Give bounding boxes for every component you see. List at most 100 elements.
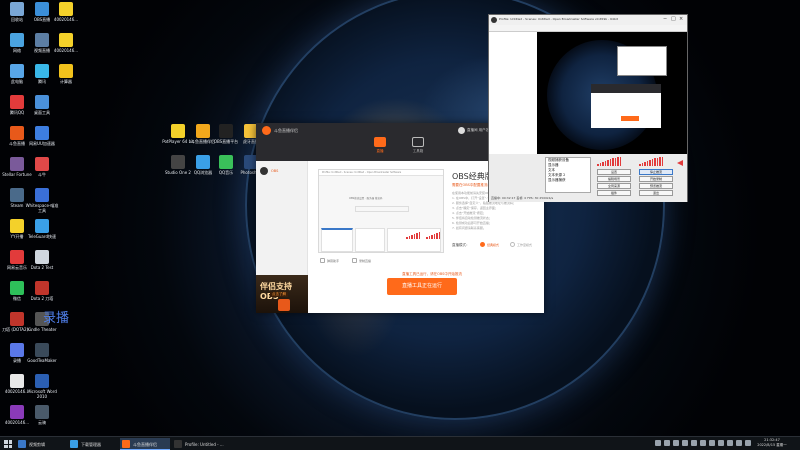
app-shortcut-icon — [59, 64, 73, 78]
desktop-icon[interactable]: 斗牛 — [25, 157, 59, 177]
desktop-icon[interactable]: 40020146... — [49, 33, 83, 53]
app-shortcut-icon — [59, 33, 73, 47]
taskbar-item[interactable]: 下载管理器 — [68, 438, 118, 450]
speaker-icon[interactable] — [677, 160, 683, 166]
taskbar-app-icon — [70, 440, 78, 448]
status-warning: 直播工具已运行，请在OBS中开始推流 — [402, 272, 462, 276]
promo-art-icon — [278, 299, 290, 311]
desktop-icon-label: 网易UU加速器 — [29, 141, 55, 146]
desktop-icon[interactable]: 云骑 — [25, 405, 59, 425]
obs-desktop-strip — [489, 32, 537, 154]
desktop-icon[interactable]: TeleGuard快速 — [25, 219, 59, 239]
checkbox-danmu[interactable]: 弹幕助手 — [320, 258, 348, 264]
taskbar-item[interactable]: Profile: Untitled - ... — [172, 438, 224, 450]
desktop-icon[interactable]: Dota 2 Test — [25, 250, 59, 270]
taskbar-app-icon — [174, 440, 182, 448]
app-shortcut-icon — [35, 374, 49, 388]
app-shortcut-icon — [196, 124, 210, 138]
start-windows-icon[interactable] — [4, 440, 12, 448]
promo-sub: 点击了解 — [270, 292, 288, 297]
taskbar-item-label: 斗鱼直播伴侣 — [133, 442, 157, 447]
tray-icon[interactable] — [727, 440, 733, 446]
radio-classic-label[interactable]: 经典模式 — [487, 243, 499, 247]
obs-global-sources-button[interactable]: 全局来源 — [597, 183, 631, 189]
preview-ctrl-box — [387, 228, 441, 252]
list-item[interactable]: 显示器捕获 — [546, 178, 590, 183]
app-shortcut-icon — [10, 157, 24, 171]
desktop-icon[interactable]: Microsoft Word 2010 — [25, 374, 59, 399]
tray-icon[interactable] — [700, 440, 706, 446]
app-shortcut-icon — [171, 124, 185, 138]
radio-studio[interactable] — [510, 242, 515, 247]
desktop-icon[interactable]: 40020146... — [49, 2, 83, 22]
desktop-icon-label: Dota 2 刀塔 — [30, 296, 54, 301]
promo-title: 伴侣支持OBS — [260, 282, 292, 301]
checkbox-label: 弹幕助手 — [327, 259, 340, 263]
sidebar-item-obs[interactable]: OBS — [260, 167, 304, 176]
tray-icon[interactable] — [682, 440, 688, 446]
radio-classic[interactable] — [480, 242, 485, 247]
tray-icon[interactable] — [745, 440, 751, 446]
obs-sources-list[interactable]: 视频捕获设备 显示器 文本 文本来源 2 显示器捕获 — [545, 157, 591, 193]
desktop-icon[interactable]: 计算器 — [49, 64, 83, 84]
tab-live[interactable]: 直播 — [368, 137, 392, 154]
app-shortcut-icon — [35, 219, 49, 233]
obs-edit-scene-button[interactable]: 编辑场景 — [597, 176, 631, 182]
obs-settings-button[interactable]: 设置 — [597, 169, 631, 175]
tab-toolbox-label: 工具箱 — [412, 149, 424, 153]
obs-maximize-icon[interactable]: □ — [671, 16, 676, 22]
toolbox-icon — [412, 137, 424, 147]
obs-controls: 视频捕获设备 显示器 文本 文本来源 2 显示器捕获 设置 停止推流 编辑场景 … — [489, 154, 687, 202]
app-shortcut-icon — [10, 188, 24, 202]
desktop-icon[interactable]: GoodTeaMaker — [25, 343, 59, 363]
obs-preview-button[interactable]: 预览推流 — [639, 183, 673, 189]
checkbox-record[interactable]: 录制直播 — [352, 258, 380, 264]
radio-studio-label[interactable]: 工作室模式 — [517, 243, 532, 247]
desktop-icon[interactable]: Dota 2 刀塔 — [25, 281, 59, 301]
desktop-icon[interactable]: 网易UU加速器 — [25, 126, 59, 146]
start-live-button[interactable]: 直播工具正在运行 — [387, 278, 457, 295]
tray-icon[interactable] — [664, 440, 670, 446]
system-tray[interactable] — [655, 440, 751, 446]
checkbox-icon — [352, 258, 357, 263]
desktop-icon-label: 桌面工具 — [34, 110, 50, 115]
app-shortcut-icon — [10, 405, 24, 419]
obs-record-button[interactable]: 开始录制 — [639, 176, 673, 182]
desktop-icon-label: Whitespace-喵准工具 — [25, 203, 59, 213]
taskbar-item-label: 视频剪辑 — [29, 442, 45, 447]
preview-source-box — [355, 228, 385, 252]
desktop-icon[interactable]: 桌面工具 — [25, 95, 59, 115]
taskbar-item[interactable]: 斗鱼直播伴侣 — [120, 438, 170, 450]
tray-icon[interactable] — [691, 440, 697, 446]
desktop-icon-label: GoodTeaMaker — [27, 358, 57, 363]
checkbox-label: 录制直播 — [359, 259, 372, 263]
tray-icon[interactable] — [709, 440, 715, 446]
app-name: 斗鱼直播伴侣 — [274, 128, 298, 133]
obs-stop-stream-button[interactable]: 停止推流 — [639, 169, 673, 175]
app-shortcut-icon — [219, 124, 233, 138]
tab-toolbox[interactable]: 工具箱 — [406, 137, 430, 154]
avatar[interactable] — [458, 127, 465, 134]
overlay-text: 录播 — [43, 311, 70, 326]
app-shortcut-icon — [35, 126, 49, 140]
taskbar: 视频剪辑 下载管理器 斗鱼直播伴侣 Profile: Untitled - ..… — [0, 436, 800, 450]
taskbar-clock[interactable]: 21:32:47 2022/8/15 星期一 — [752, 438, 792, 448]
tray-icon[interactable] — [736, 440, 742, 446]
tray-icon[interactable] — [655, 440, 661, 446]
app-shortcut-icon — [10, 374, 24, 388]
desktop-icon-label: 斗牛 — [38, 172, 46, 177]
taskbar-app-icon — [122, 440, 130, 448]
obs-minimize-icon[interactable]: − — [663, 16, 667, 22]
desktop-icon-label: 云骑 — [38, 420, 46, 425]
app-shortcut-icon — [35, 2, 49, 16]
audio-meter-2 — [426, 232, 440, 239]
desktop-icon-label: Microsoft Word 2010 — [27, 389, 57, 399]
tray-icon[interactable] — [673, 440, 679, 446]
taskbar-item[interactable]: 视频剪辑 — [16, 438, 64, 450]
tray-icon[interactable] — [718, 440, 724, 446]
obs-close-icon[interactable]: × — [679, 16, 683, 22]
app-shortcut-icon — [35, 281, 49, 295]
desktop-icon[interactable]: Whitespace-喵准工具 — [25, 188, 59, 213]
obs-promo-banner[interactable]: 伴侣支持OBS 点击了解 — [256, 275, 308, 313]
live-tv-icon — [374, 137, 386, 147]
